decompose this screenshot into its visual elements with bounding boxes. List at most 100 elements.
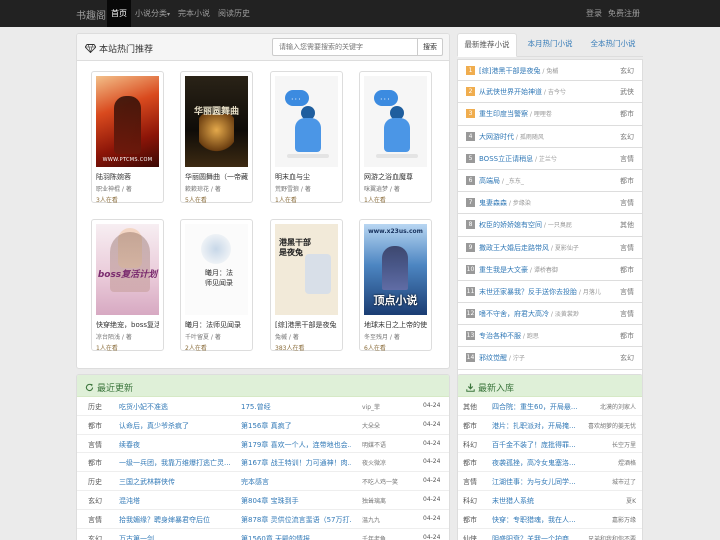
book-title[interactable]: 华丽圆舞曲（一帝藏 (185, 172, 248, 182)
tab-monthly-hot[interactable]: 本月热门小说 (520, 33, 580, 57)
row-book[interactable]: 夜袭孤挫，高冷女鬼塞洛... (492, 458, 580, 468)
rank-genre: 武侠 (620, 88, 634, 97)
book-title[interactable]: 网游之浴血魔尊 (364, 172, 427, 182)
register-link[interactable]: 免费注册 (605, 0, 643, 27)
book-title[interactable]: [综]港黑干部是夜兔 (275, 320, 338, 330)
row-genre: 其他 (463, 403, 477, 411)
book-title[interactable]: 陆羽陈婉蓉 (96, 172, 159, 182)
row-book[interactable]: 末世猎人系统 (492, 496, 580, 506)
row-chapter[interactable]: 第878章 灵供位流言蜚语（57万打... (241, 515, 351, 525)
nav-finished[interactable]: 完本小说 (174, 0, 214, 27)
search-button[interactable]: 搜索 (417, 38, 443, 56)
rank-title[interactable]: 大网游时代 (479, 133, 514, 141)
row-chapter[interactable]: 完本感言 (241, 477, 351, 487)
search-input[interactable] (272, 38, 418, 56)
login-link[interactable]: 登录 (583, 0, 605, 27)
cover-text: boss复活计划 (97, 270, 158, 280)
refresh-icon (85, 383, 94, 392)
book-card[interactable]: www.x23us.com 顶点小说 地球末日之上帝的使 冬至残月 / 著 6人在看 (359, 219, 432, 352)
cover-text: 曦月：法师见闻录 (205, 269, 233, 287)
row-book[interactable]: 三国之武林群侠传 (119, 477, 249, 487)
book-cover[interactable]: 曦月：法师见闻录 (185, 224, 248, 315)
table-row: 玄幻 万古第一剑 第1560章 天殿的情报 千年老龟 04-24 (77, 529, 449, 540)
row-book[interactable]: 认命后，真少爷杀疯了 (119, 421, 249, 431)
row-book[interactable]: 江湖佳事：为与女儿同学... (492, 477, 580, 487)
row-book[interactable]: 港片：扎职派对，开局掩... (492, 421, 580, 431)
row-book[interactable]: 快穿：专职猎魂，我在人... (492, 515, 580, 525)
book-title[interactable]: 明末血与尘 (275, 172, 338, 182)
row-genre: 历史 (88, 478, 102, 487)
top-navbar: 书趣阁 首页 小说分类▾ 完本小说 阅读历史 登录 免费注册 (0, 0, 720, 27)
row-genre: 言情 (88, 440, 102, 449)
row-author: 长空万里 (611, 441, 636, 449)
book-card[interactable]: 曦月：法师见闻录 曦月：法师见闻录 千叶留夏 / 著 2人在看 (180, 219, 253, 352)
row-book[interactable]: 阴盛阳衰？关我一个护商... (492, 534, 580, 540)
rank-item: 11 末世还家暴我？反手送你去投胎 / 月落儿 言情 (457, 280, 643, 304)
book-readers: 1人在看 (364, 197, 386, 204)
book-cover[interactable]: 港黑干部是夜兔 (275, 224, 338, 315)
rank-title[interactable]: 重生我是大文豪 (479, 266, 528, 274)
book-cover[interactable]: www.x23us.com 顶点小说 (364, 224, 427, 315)
site-brand[interactable]: 书趣阁 (76, 7, 106, 22)
rank-title[interactable]: 撒政王大婚后走路带风 (479, 244, 549, 252)
row-book[interactable]: 混沌塔 (119, 496, 249, 506)
rank-title[interactable]: 末世还家暴我？反手送你去投胎 (479, 288, 577, 296)
book-title[interactable]: 快穿绝宠，boss复活 (96, 320, 159, 330)
row-author: 温九九 (362, 516, 381, 524)
book-card[interactable]: boss复活计划 快穿绝宠，boss复活 凉台陌浅 / 著 1人在看 (91, 219, 164, 352)
rank-title[interactable]: 专治各种不服 (479, 332, 521, 340)
rank-title[interactable]: 高端局 (479, 177, 500, 185)
row-genre: 都市 (463, 421, 477, 430)
row-book[interactable]: 百千金不装了！庞批得罪... (492, 440, 580, 450)
nav-home[interactable]: 首页 (107, 0, 131, 27)
row-book[interactable]: 吃货小妃不准逃 (119, 402, 249, 412)
rank-title[interactable]: 邪纹觉醒 (479, 354, 507, 362)
list-item: 其他 四合院：重生60，开局悬... 北漠的刘家人 (458, 397, 642, 416)
row-chapter[interactable]: 第804章 宝珠到手 (241, 496, 351, 506)
row-genre: 都市 (88, 421, 102, 430)
row-chapter[interactable]: 第167章 战王特训！力可通神！肉... (241, 458, 351, 468)
book-card[interactable]: 港黑干部是夜兔 [综]港黑干部是夜兔 兔槭 / 著 383人在看 (270, 219, 343, 352)
row-book[interactable]: 一级一兵团，我靠万维爆打逃亡灵... (119, 458, 249, 468)
tab-latest-recommend[interactable]: 最新推荐小说 (457, 33, 517, 57)
book-title[interactable]: 地球末日之上帝的使 (364, 320, 427, 330)
list-item: 都市 夜袭孤挫，高冷女鬼塞洛... 煜酒格 (458, 453, 642, 473)
rank-title[interactable]: 权臣的娇娇媳有空间 (479, 221, 542, 229)
rank-title[interactable]: [综]港黑干部是夜兔 (479, 67, 540, 75)
book-cover[interactable]: boss复活计划 (96, 224, 159, 315)
row-date: 04-24 (423, 514, 441, 522)
row-chapter[interactable]: 175.曾经 (241, 402, 351, 412)
book-cover[interactable]: ··· (275, 76, 338, 167)
row-chapter[interactable]: 第156章 真疯了 (241, 421, 351, 431)
nav-categories[interactable]: 小说分类▾ (131, 0, 174, 27)
cover-text: 顶点小说 (373, 294, 418, 307)
book-title[interactable]: 曦月：法师见闻录 (185, 320, 248, 330)
rank-title[interactable]: 嗜不守舍，府君大高冷 (479, 310, 549, 318)
book-cover[interactable]: ··· (364, 76, 427, 167)
rank-number: 14 (466, 353, 475, 363)
book-cover[interactable]: WWW.PTCMS.COM (96, 76, 159, 167)
book-author: 兔槭 / 著 (275, 334, 299, 341)
rank-title[interactable]: 重生印度当警察 (479, 110, 528, 118)
rank-item: 6 高端局 / _东东_ 都市 (457, 169, 643, 193)
row-chapter[interactable]: 第179章 喜欢一个人，连带地也会... (241, 440, 351, 450)
book-card[interactable]: ··· 网游之浴血魔尊 咪翼逍梦 / 著 1人在看 (359, 71, 432, 204)
nav-history[interactable]: 阅读历史 (214, 0, 254, 27)
row-genre: 都市 (463, 459, 477, 468)
book-card[interactable]: ··· 明末血与尘 荒野雪狼 / 著 1人在看 (270, 71, 343, 204)
rank-title[interactable]: BOSS立正请稍息 (479, 155, 533, 163)
tab-finished-hot[interactable]: 全本热门小说 (583, 33, 643, 57)
main-nav: 首页 小说分类▾ 完本小说 阅读历史 (107, 0, 254, 27)
list-item: 科幻 百千金不装了！庞批得罪... 长空万里 (458, 435, 642, 454)
rank-title[interactable]: 鬼妻森森 (479, 199, 507, 207)
row-book[interactable]: 万古第一剑 (119, 534, 249, 540)
rank-title[interactable]: 从武侠世界开始神道 (479, 88, 542, 96)
row-chapter[interactable]: 第1560章 天殿的情报 (241, 534, 351, 540)
book-cover[interactable]: 华丽圆舞曲 (185, 76, 248, 167)
book-card[interactable]: 华丽圆舞曲 华丽圆舞曲（一帝藏 簌簌琼花 / 著 5人在看 (180, 71, 253, 204)
row-book[interactable]: 四合院：重生60，开局悬... (492, 402, 580, 412)
row-book[interactable]: 拾我媚缘？聘身婶暴君夺后位 (119, 515, 249, 525)
row-book[interactable]: 续春夜 (119, 440, 249, 450)
book-author: 咪翼逍梦 / 著 (364, 186, 400, 193)
book-card[interactable]: WWW.PTCMS.COM 陆羽陈婉蓉 职业神棍 / 著 3人在看 (91, 71, 164, 204)
